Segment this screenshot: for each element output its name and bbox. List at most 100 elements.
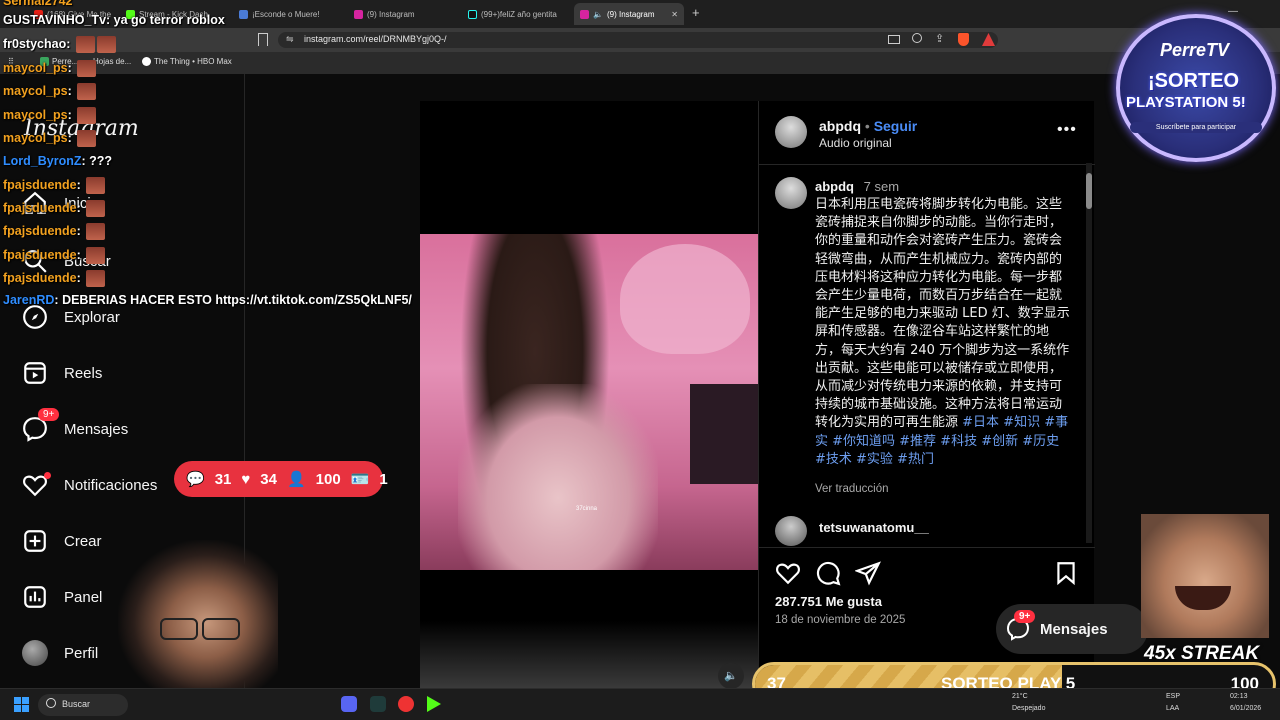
follow-button[interactable]: Seguir: [874, 118, 918, 134]
windows-start-icon[interactable]: [14, 697, 29, 712]
chat-line: maycol_ps:: [3, 107, 97, 124]
weather-temp[interactable]: 21°C: [1012, 693, 1028, 700]
emote-image: [77, 60, 97, 77]
nav-messages[interactable]: Mensajes 9+: [22, 408, 128, 442]
emote-image: [77, 83, 97, 100]
emote-image: [86, 177, 106, 194]
emote-image: [86, 200, 106, 217]
laughing-mouth: [1175, 586, 1231, 610]
video-frame: 37cinna: [420, 234, 758, 570]
record-app-icon[interactable]: [398, 696, 414, 712]
glasses-left: [160, 618, 198, 640]
weather-desc[interactable]: Despejado: [1012, 705, 1045, 712]
nav-reels[interactable]: Reels: [22, 360, 102, 386]
chat-line: Lord_ByronZ: ???: [3, 154, 113, 168]
reels-icon: [24, 362, 46, 384]
mute-icon[interactable]: 🔈: [718, 663, 744, 689]
like-heart-icon[interactable]: [775, 560, 801, 586]
comment-icon[interactable]: [815, 560, 841, 586]
speaker-icon: 🔈: [593, 9, 603, 19]
emote-image: [75, 36, 95, 53]
plus-square-icon: [24, 530, 46, 552]
input-language[interactable]: ESP: [1166, 693, 1180, 700]
nav-create[interactable]: Crear: [22, 528, 102, 554]
nav-profile[interactable]: Perfil: [22, 640, 98, 666]
tiktok-icon: [468, 9, 477, 19]
logo-line1: ¡SORTEO: [1148, 70, 1240, 92]
cast-icon[interactable]: [888, 35, 900, 44]
chat-line: fpajsduende:: [3, 270, 106, 287]
caption-avatar[interactable]: [775, 177, 807, 209]
emote-image: [86, 247, 106, 264]
see-translation-link[interactable]: Ver traducción: [815, 483, 889, 495]
caption-username[interactable]: abpdq: [815, 179, 854, 194]
search-icon: [46, 698, 56, 708]
video-bottom-fade: [420, 621, 758, 688]
chat-line: Sermal2742: [3, 0, 73, 8]
viewer-count-icon: 👤: [286, 471, 306, 488]
dashboard-icon: [24, 586, 46, 608]
zoom-icon[interactable]: [912, 33, 922, 43]
nav-notifications[interactable]: Notificaciones: [22, 472, 157, 498]
chat-line: GUSTAVINHO_Tv: ya go terror roblox: [3, 13, 225, 27]
post-header: abpdq • Seguir Audio original •••: [759, 101, 1095, 165]
commenter-username[interactable]: tetsuwanatomu__: [819, 520, 929, 535]
reel-video[interactable]: 37cinna 🔈: [420, 101, 758, 689]
emote-image: [77, 107, 97, 124]
id-card-icon: 🪪: [350, 471, 370, 488]
chat-message: ya go terror roblox: [113, 13, 225, 27]
stage-speaker: [690, 384, 758, 484]
author-avatar[interactable]: [775, 116, 807, 148]
more-options-icon[interactable]: •••: [1057, 121, 1077, 139]
chat-line: maycol_ps:: [3, 130, 97, 147]
clock-date[interactable]: 6/01/2026: [1230, 705, 1261, 712]
post-panel: abpdq • Seguir Audio original ••• abpdq …: [758, 101, 1095, 688]
audio-label[interactable]: Audio original: [819, 136, 892, 150]
kick-app-icon[interactable]: [427, 696, 441, 712]
likes-count[interactable]: 287.751 Me gusta: [775, 594, 882, 609]
nav-panel[interactable]: Panel: [22, 584, 102, 610]
app-icon[interactable]: [370, 696, 386, 712]
logo-subtitle: Suscríbete para participar: [1130, 122, 1262, 133]
taskbar-search[interactable]: Buscar: [38, 694, 128, 716]
new-tab-icon[interactable]: +: [692, 5, 700, 20]
tab-instagram-active[interactable]: 🔈 (9) Instagram ✕: [574, 3, 684, 25]
avatar: [22, 640, 48, 666]
save-bookmark-icon[interactable]: [1053, 560, 1079, 586]
comment-count-icon: 💬: [186, 471, 205, 488]
brave-shield-icon[interactable]: [958, 33, 969, 46]
chat-line: JarenRD: DEBERIAS HACER ESTO https://vt.…: [3, 293, 412, 307]
perretv-giveaway-logo: PerreTV ¡SORTEO PLAYSTATION 5! Suscríbet…: [1116, 14, 1276, 162]
reaction-image: [1141, 514, 1269, 638]
input-language-2[interactable]: LAA: [1166, 705, 1179, 712]
share-icon[interactable]: ⇪: [935, 32, 944, 45]
share-icon[interactable]: [855, 560, 881, 586]
chat-line: maycol_ps:: [3, 83, 97, 100]
tab-tiktok[interactable]: (99+)feliZ año gentita: [462, 3, 570, 25]
emote-image: [86, 223, 106, 240]
chat-line: fpajsduende:: [3, 247, 106, 264]
comments-scrollbar[interactable]: [1086, 163, 1092, 543]
caption-time: 7 sem: [863, 179, 900, 194]
messages-floating-button[interactable]: Mensajes 9+: [996, 604, 1148, 654]
performer-dress: [458, 384, 658, 570]
discord-icon[interactable]: [341, 696, 357, 712]
commenter-avatar[interactable]: [775, 516, 807, 546]
caption-body: 日本利用压电瓷砖将脚步转化为电能。这些瓷砖捕捉来自你脚步的动能。当你行走时，你的…: [815, 197, 1070, 431]
streamer-webcam: [118, 540, 278, 690]
stream-stats: 💬 31 ♥ 34 👤 100 🪪 1: [174, 461, 388, 497]
logo-line2: PLAYSTATION 5!: [1126, 94, 1246, 111]
logo-title: PerreTV: [1160, 40, 1230, 60]
minimize-icon[interactable]: —: [1228, 6, 1238, 17]
author-username[interactable]: abpdq: [819, 118, 861, 134]
emote-image: [96, 36, 116, 53]
scrollbar-thumb[interactable]: [1086, 173, 1092, 209]
emote-image: [86, 270, 106, 287]
chat-user: GUSTAVINHO_Tv: [3, 13, 107, 27]
chat-line: fr0stychao:: [3, 36, 116, 53]
like-count-icon: ♥: [241, 470, 251, 488]
instagram-icon: [580, 9, 589, 19]
chat-line: fpajsduende:: [3, 200, 106, 217]
clock-time[interactable]: 02:13: [1230, 693, 1248, 700]
close-tab-icon[interactable]: ✕: [671, 10, 678, 19]
